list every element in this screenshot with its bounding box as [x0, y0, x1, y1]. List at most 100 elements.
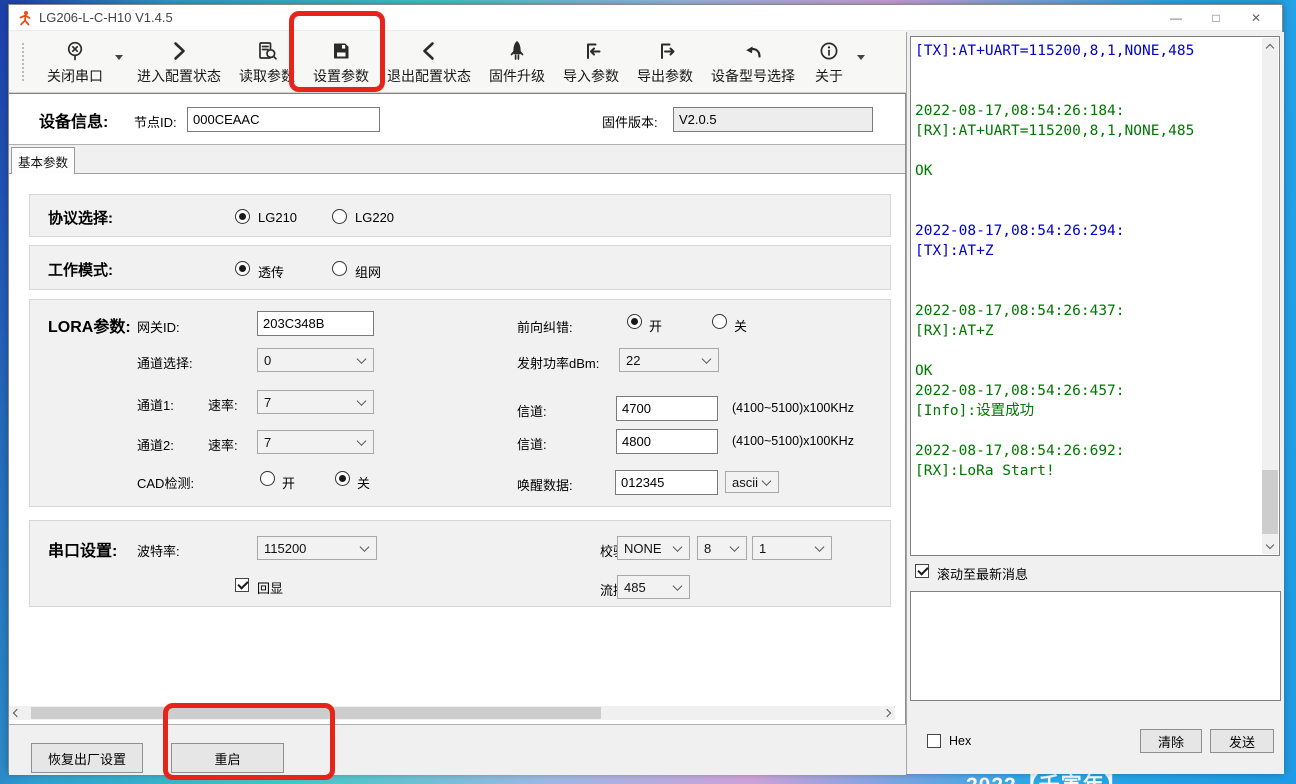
- protocol-group: 协议选择: LG210 LG220: [29, 194, 891, 237]
- echo-checkbox[interactable]: [235, 578, 249, 592]
- log-lines: [TX]:AT+UART=115200,8,1,NONE,485 2022-08…: [915, 41, 1257, 553]
- scroll-left-arrow-icon[interactable]: [9, 706, 23, 720]
- work-mode-network-radio[interactable]: [332, 261, 347, 276]
- protocol-lg210-radio[interactable]: [235, 209, 250, 224]
- log-line: [915, 81, 1257, 101]
- config-panel: 设备信息: 节点ID: 固件版本: 基本参数 协议选择: LG210 LG220…: [9, 93, 906, 774]
- fec-off-radio[interactable]: [712, 314, 727, 329]
- about-icon: [818, 38, 840, 64]
- rate2-label: 速率:: [208, 435, 238, 454]
- protocol-lg220-label: LG220: [355, 210, 394, 225]
- log-line: [915, 61, 1257, 81]
- vertical-scrollbar-thumb[interactable]: [1262, 470, 1278, 534]
- app-window: LG206-L-C-H10 V1.4.5 — □ ✕ 关闭串口 进入配置状态: [8, 4, 1283, 773]
- device-info-row: 设备信息: 节点ID: 固件版本:: [9, 94, 905, 145]
- protocol-lg210-label: LG210: [258, 210, 297, 225]
- toolbar-about-button[interactable]: 关于: [809, 34, 849, 90]
- hex-label: Hex: [949, 734, 971, 748]
- clear-button[interactable]: 清除: [1140, 729, 1202, 753]
- toolbar-firmware-upgrade-button[interactable]: 固件升级: [485, 34, 549, 90]
- cad-on-radio[interactable]: [260, 471, 275, 486]
- protocol-lg220-radio[interactable]: [332, 209, 347, 224]
- parity-dropdown[interactable]: NONE: [617, 536, 690, 560]
- toolbar-close-serial-button[interactable]: 关闭串口: [43, 34, 107, 90]
- wake-data-input[interactable]: [615, 470, 718, 495]
- freq1-input[interactable]: [616, 396, 718, 421]
- minimize-button[interactable]: —: [1156, 5, 1196, 31]
- lora-label: LORA参数:: [48, 313, 131, 337]
- stop-bits-dropdown[interactable]: 1: [752, 536, 832, 560]
- close-button[interactable]: ✕: [1236, 5, 1276, 31]
- log-line: OK: [915, 161, 1257, 181]
- gateway-id-input[interactable]: [257, 311, 374, 336]
- lora-group: LORA参数: 网关ID: 前向纠错: 开 关 通道选择: 0 发射功率dBm:…: [29, 299, 891, 507]
- channel-select-dropdown[interactable]: 0: [257, 348, 374, 372]
- export-params-icon: [654, 38, 676, 64]
- log-line: [915, 141, 1257, 161]
- horizontal-scrollbar[interactable]: [9, 706, 895, 720]
- send-button[interactable]: 发送: [1210, 729, 1274, 753]
- baud-dropdown[interactable]: 115200: [257, 536, 377, 560]
- vertical-scrollbar[interactable]: [1262, 38, 1278, 554]
- fec-on-label: 开: [649, 316, 662, 335]
- send-input[interactable]: [910, 591, 1281, 701]
- log-line: [Info]:设置成功: [915, 401, 1257, 421]
- log-line: [915, 261, 1257, 281]
- freq2-input[interactable]: [616, 429, 718, 454]
- maximize-button[interactable]: □: [1196, 5, 1236, 31]
- firmware-upgrade-icon: [506, 38, 528, 64]
- restart-button[interactable]: 重启: [171, 743, 284, 773]
- log-box[interactable]: [TX]:AT+UART=115200,8,1,NONE,485 2022-08…: [910, 36, 1280, 556]
- channel2-label: 通道2:: [137, 435, 174, 454]
- rate1-dropdown[interactable]: 7: [257, 390, 374, 414]
- exit-config-icon: [418, 38, 440, 64]
- cad-off-label: 关: [357, 473, 370, 492]
- scroll-latest-checkbox[interactable]: [915, 564, 929, 578]
- toolbar-set-params-button[interactable]: 设置参数: [309, 34, 373, 90]
- cad-off-radio[interactable]: [335, 471, 350, 486]
- fec-on-radio[interactable]: [627, 314, 642, 329]
- chevron-down-icon: [360, 542, 370, 552]
- toolbar-overflow-caret-icon[interactable]: [857, 55, 865, 60]
- horizontal-scrollbar-thumb[interactable]: [31, 707, 601, 719]
- serial-dropdown-caret-icon[interactable]: [115, 55, 123, 60]
- window-title: LG206-L-C-H10 V1.4.5: [39, 10, 173, 25]
- fec-label: 前向纠错:: [517, 317, 573, 336]
- chevron-down-icon: [762, 476, 772, 486]
- toolbar-device-model-button[interactable]: 设备型号选择: [707, 34, 799, 90]
- toolbar-exit-config-button[interactable]: 退出配置状态: [383, 34, 475, 90]
- log-line: [915, 201, 1257, 221]
- title-bar: LG206-L-C-H10 V1.4.5 — □ ✕: [9, 5, 1282, 31]
- toolbar: 关闭串口 进入配置状态 读取参数 设置参数 退出配置状态: [9, 31, 906, 93]
- toolbar-export-params-button[interactable]: 导出参数: [633, 34, 697, 90]
- wake-format-dropdown[interactable]: ascii: [725, 471, 779, 493]
- data-bits-dropdown[interactable]: 8: [697, 536, 747, 560]
- scroll-right-arrow-icon[interactable]: [881, 706, 895, 720]
- scroll-up-arrow-icon[interactable]: [1262, 38, 1278, 54]
- tx-power-dropdown[interactable]: 22: [619, 348, 719, 372]
- chevron-down-icon: [673, 581, 683, 591]
- toolbar-enter-config-button[interactable]: 进入配置状态: [133, 34, 225, 90]
- tab-strip: 基本参数: [9, 145, 905, 174]
- firmware-version-label: 固件版本:: [602, 112, 658, 131]
- factory-reset-button[interactable]: 恢复出厂设置: [31, 743, 143, 773]
- work-mode-transparent-radio[interactable]: [235, 261, 250, 276]
- fec-off-label: 关: [734, 316, 747, 335]
- node-id-input[interactable]: [187, 107, 380, 132]
- tx-power-label: 发射功率dBm:: [517, 353, 599, 372]
- flow-dropdown[interactable]: 485: [617, 575, 690, 599]
- log-line: [RX]:AT+UART=115200,8,1,NONE,485: [915, 121, 1257, 141]
- scroll-down-arrow-icon[interactable]: [1262, 538, 1278, 554]
- log-line: [915, 181, 1257, 201]
- toolbar-import-params-button[interactable]: 导入参数: [559, 34, 623, 90]
- log-line: [915, 421, 1257, 441]
- wake-data-label: 唤醒数据:: [517, 475, 573, 494]
- tab-basic-params[interactable]: 基本参数: [11, 147, 75, 174]
- chevron-down-icon: [357, 396, 367, 406]
- log-line: 2022-08-17,08:54:26:184:: [915, 101, 1257, 121]
- toolbar-read-params-button[interactable]: 读取参数: [235, 34, 299, 90]
- hex-checkbox[interactable]: [927, 734, 941, 748]
- rate2-dropdown[interactable]: 7: [257, 430, 374, 454]
- device-info-label: 设备信息:: [39, 108, 108, 132]
- chevron-down-icon: [357, 354, 367, 364]
